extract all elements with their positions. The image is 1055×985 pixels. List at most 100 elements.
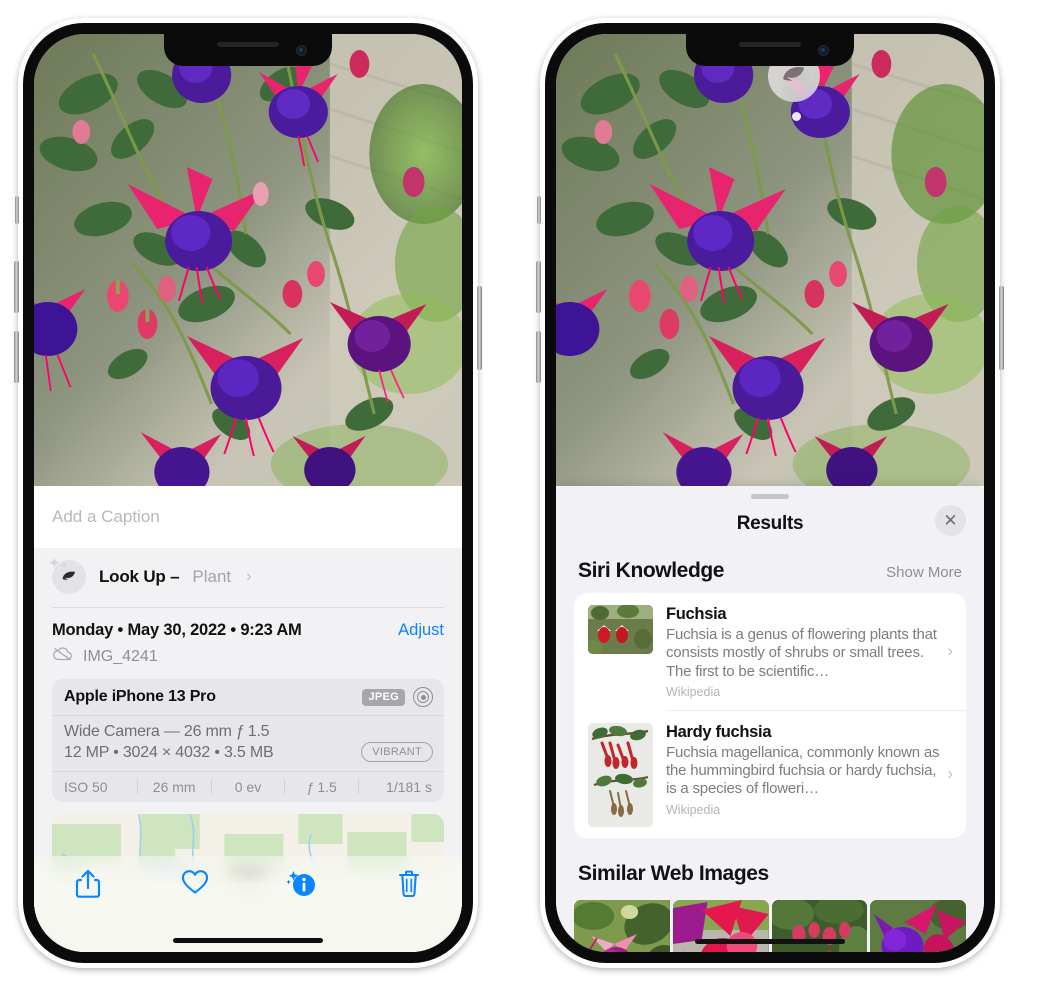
- siri-knowledge-card: Fuchsia Fuchsia is a genus of flowering …: [574, 593, 966, 838]
- home-indicator[interactable]: [695, 939, 845, 944]
- filename-text: IMG_4241: [83, 647, 158, 665]
- power-button[interactable]: [999, 286, 1004, 370]
- screen-left: Add a Caption ✦✦ Look Up – Plant › Monda…: [34, 34, 462, 952]
- web-thumb-render: [672, 899, 769, 952]
- results-title: Results: [736, 513, 804, 534]
- screen-right: Results ✕ Siri Knowledge Show More Fuchs…: [556, 34, 984, 952]
- exif-ev: 0 ev: [234, 779, 262, 795]
- fuchsia-photo-render: [34, 34, 462, 486]
- knowledge-description: Fuchsia magellanica, commonly known as t…: [666, 743, 940, 798]
- show-more-button[interactable]: Show More: [886, 564, 962, 581]
- web-thumb-render: [574, 899, 670, 952]
- section-title: Siri Knowledge: [578, 559, 725, 582]
- look-up-row[interactable]: ✦✦ Look Up – Plant ›: [34, 548, 462, 607]
- info-button[interactable]: [248, 869, 355, 899]
- web-image-1[interactable]: [574, 899, 670, 952]
- caption-input[interactable]: Add a Caption: [34, 486, 462, 548]
- photo-viewer[interactable]: [556, 34, 984, 486]
- front-camera: [296, 45, 307, 56]
- exif-focal: 26 mm: [152, 779, 196, 795]
- look-up-subject: Plant: [192, 567, 232, 586]
- device-name: Apple iPhone 13 Pro: [64, 688, 216, 705]
- similar-web-images-strip[interactable]: [556, 899, 984, 952]
- web-image-4[interactable]: [870, 899, 966, 952]
- chevron-right-icon: ›: [947, 764, 953, 784]
- volume-down-button[interactable]: [536, 331, 541, 383]
- fuchsia-photo-render: [556, 34, 984, 486]
- volume-up-button[interactable]: [14, 261, 19, 313]
- knowledge-item[interactable]: Fuchsia Fuchsia is a genus of flowering …: [574, 593, 966, 710]
- share-button[interactable]: [34, 869, 141, 899]
- photo-toolbar: [34, 856, 462, 952]
- lens-line: Wide Camera — 26 mm ƒ 1.5: [64, 723, 270, 740]
- results-sheet: Results ✕ Siri Knowledge Show More Fuchs…: [556, 486, 984, 952]
- trash-icon: [398, 870, 419, 898]
- adjust-button[interactable]: Adjust: [398, 621, 444, 640]
- cloud-slash-icon: [52, 646, 74, 667]
- silent-switch[interactable]: [537, 196, 541, 224]
- look-up-label: Look Up –: [99, 567, 180, 586]
- heart-icon: [181, 870, 208, 894]
- volume-up-button[interactable]: [536, 261, 541, 313]
- web-image-3[interactable]: [771, 899, 868, 952]
- fuchsia-thumb-1: [588, 605, 653, 654]
- web-thumb-render: [870, 899, 966, 952]
- exif-row: ISO 50 26 mm 0 ev ƒ 1.5 1/181 s: [52, 772, 444, 802]
- share-icon: [75, 869, 100, 898]
- device-bezel: Results ✕ Siri Knowledge Show More Fuchs…: [545, 23, 995, 963]
- siri-knowledge-header: Siri Knowledge Show More: [556, 535, 984, 593]
- earpiece-speaker: [739, 42, 801, 47]
- iphone-right-device: Results ✕ Siri Knowledge Show More Fuchs…: [536, 18, 1004, 968]
- exif-shutter: 1/181 s: [386, 779, 432, 795]
- knowledge-item[interactable]: Hardy fuchsia Fuchsia magellanica, commo…: [574, 711, 966, 838]
- device-notch: [164, 34, 332, 66]
- format-badge: JPEG: [362, 688, 405, 706]
- camera-card-header: Apple iPhone 13 Pro JPEG: [52, 679, 444, 716]
- photo-info-sheet: Add a Caption ✦✦ Look Up – Plant › Monda…: [34, 486, 462, 952]
- visual-lookup-dot: [792, 112, 801, 121]
- home-indicator[interactable]: [173, 938, 323, 943]
- filename-row: IMG_4241: [34, 642, 462, 677]
- similar-web-images-header: Similar Web Images: [556, 838, 984, 892]
- exif-iso: ISO 50: [64, 779, 108, 795]
- knowledge-text-block: Hardy fuchsia Fuchsia magellanica, commo…: [666, 723, 954, 827]
- aperture-icon: [413, 687, 433, 707]
- delete-button[interactable]: [355, 869, 462, 899]
- knowledge-source: Wikipedia: [666, 802, 721, 817]
- camera-info-card[interactable]: Apple iPhone 13 Pro JPEG Wide Camera — 2…: [52, 679, 444, 802]
- iphone-left-device: Add a Caption ✦✦ Look Up – Plant › Monda…: [14, 18, 482, 968]
- sparkles-icon: ✦✦: [48, 555, 69, 572]
- device-notch: [686, 34, 854, 66]
- cloud-slash-glyph: [53, 647, 72, 661]
- volume-down-button[interactable]: [14, 331, 19, 383]
- camera-card-details: Wide Camera — 26 mm ƒ 1.5 12 MP • 3024 ×…: [52, 716, 444, 772]
- favorite-button[interactable]: [141, 869, 248, 895]
- knowledge-description: Fuchsia is a genus of flowering plants t…: [666, 626, 937, 680]
- knowledge-title: Hardy fuchsia: [666, 722, 772, 741]
- knowledge-title: Fuchsia: [666, 605, 727, 623]
- knowledge-source: Wikipedia: [666, 684, 721, 699]
- web-image-2[interactable]: [672, 899, 769, 952]
- knowledge-thumbnail: [588, 722, 653, 827]
- caption-placeholder: Add a Caption: [52, 507, 160, 526]
- chevron-right-icon: ›: [246, 568, 252, 585]
- date-row: Monday • May 30, 2022 • 9:23 AM Adjust: [34, 608, 462, 642]
- info-sparkle-icon: [285, 871, 315, 896]
- style-badge: VIBRANT: [361, 742, 433, 762]
- web-thumb-render: [771, 899, 868, 952]
- close-button[interactable]: ✕: [935, 505, 966, 536]
- silent-switch[interactable]: [15, 196, 19, 224]
- earpiece-speaker: [217, 42, 279, 47]
- section-title: Similar Web Images: [578, 861, 769, 885]
- exif-aperture: ƒ 1.5: [306, 779, 337, 795]
- knowledge-text-block: Fuchsia Fuchsia is a genus of flowering …: [666, 605, 954, 699]
- knowledge-thumbnail: [588, 605, 653, 654]
- front-camera: [818, 45, 829, 56]
- power-button[interactable]: [477, 286, 482, 370]
- fuchsia-thumb-2: [588, 722, 653, 827]
- photo-date: Monday • May 30, 2022 • 9:23 AM: [52, 621, 302, 639]
- chevron-right-icon: ›: [947, 641, 953, 661]
- photo-viewer[interactable]: [34, 34, 462, 486]
- results-header: Results ✕: [556, 499, 984, 536]
- device-bezel: Add a Caption ✦✦ Look Up – Plant › Monda…: [23, 23, 473, 963]
